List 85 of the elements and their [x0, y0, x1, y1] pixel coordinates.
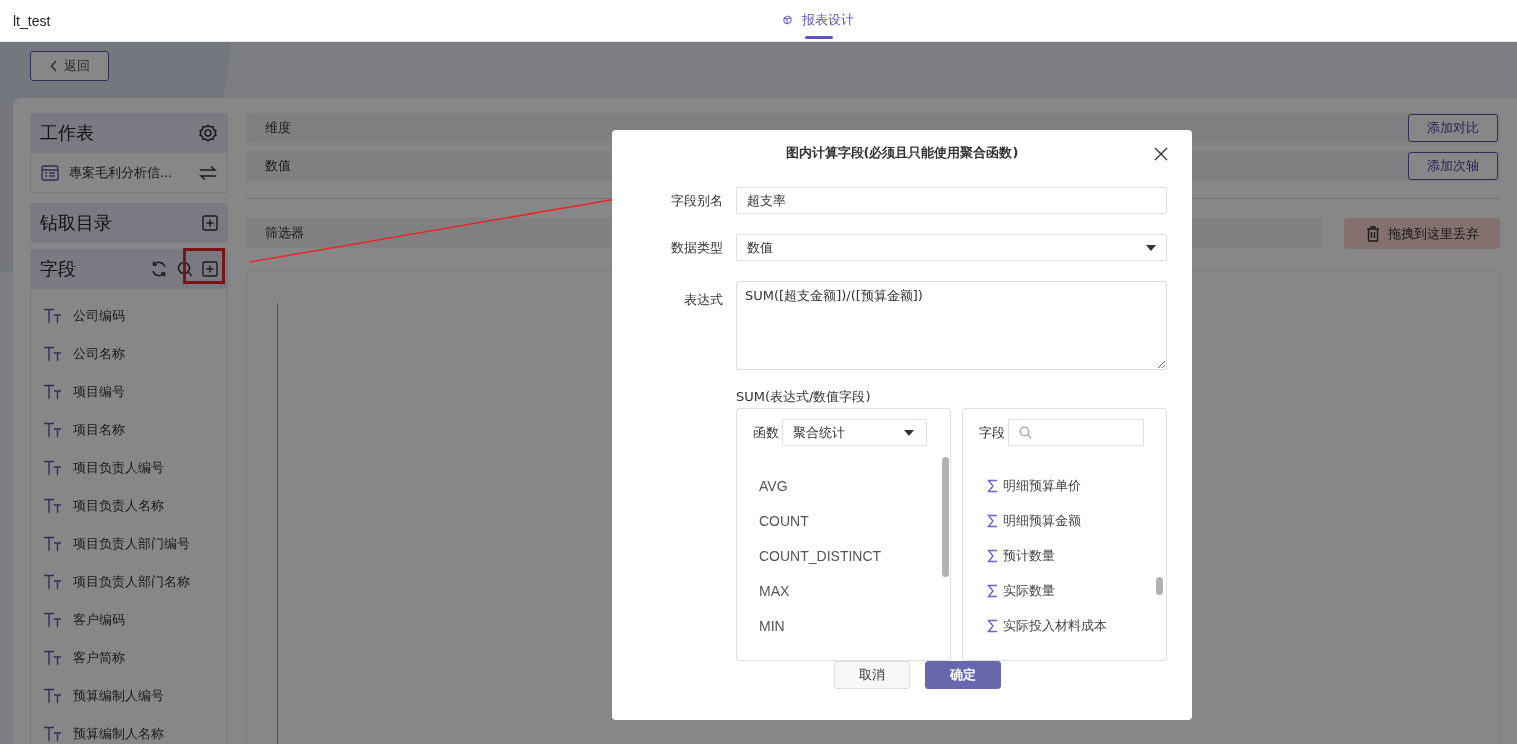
add-icon[interactable]: [202, 215, 218, 231]
trash-drop-zone[interactable]: 拖拽到这里丢弃: [1344, 218, 1500, 249]
type-dropdown[interactable]: 数值: [736, 234, 1167, 262]
search-icon: [1019, 426, 1032, 440]
function-item[interactable]: AVG: [759, 468, 788, 504]
add-button[interactable]: 添加对比: [1408, 114, 1498, 142]
tab[interactable]: 报表设计: [780, 0, 856, 42]
section-title: 字段: [40, 257, 76, 281]
field-item[interactable]: 实际投入材料成本: [1003, 616, 1107, 635]
highlight-box: [183, 248, 225, 284]
field-search[interactable]: [1008, 419, 1144, 447]
panel-label: 字段: [979, 423, 1005, 442]
field-item[interactable]: 项目负责人编号: [73, 459, 164, 477]
text-type-icon: [43, 574, 63, 590]
field-item[interactable]: 客户简称: [73, 649, 125, 667]
expression-field[interactable]: SUM([超支金额])/([预算金额]): [736, 281, 1167, 371]
field-item[interactable]: 公司编码: [73, 307, 125, 325]
sigma-icon: [987, 618, 998, 633]
scrollbar-thumb[interactable]: [942, 457, 949, 578]
field-item[interactable]: 预算编制人编号: [73, 687, 164, 705]
chevron-left-icon: [49, 60, 58, 72]
sigma-icon: [987, 513, 998, 528]
field-item[interactable]: 项目负责人部门编号: [73, 535, 190, 553]
settings-icon[interactable]: [198, 123, 218, 143]
dialog-button[interactable]: 确定: [924, 661, 1001, 690]
trash-label: 拖拽到这里丢弃: [1387, 224, 1479, 243]
sigma-icon: [987, 478, 998, 493]
section-title: 工作表: [40, 121, 94, 145]
text-type-icon: [43, 498, 63, 514]
text-type-icon: [43, 688, 63, 704]
function-item[interactable]: MIN: [759, 608, 785, 644]
form-label: 数据类型: [670, 238, 723, 257]
field-item[interactable]: 项目负责人名称: [73, 497, 164, 515]
text-type-icon: [43, 536, 63, 552]
dialog-button[interactable]: 取消: [833, 661, 910, 690]
function-item[interactable]: COUNT: [759, 503, 809, 539]
field-item[interactable]: 项目名称: [73, 421, 125, 439]
category-dropdown[interactable]: 聚合统计: [782, 419, 927, 447]
add-button[interactable]: 添加次轴: [1408, 152, 1498, 180]
function-item[interactable]: COUNT_DISTINCT: [759, 538, 882, 574]
filter-label: 筛选器: [265, 224, 304, 242]
text-type-icon: [43, 650, 63, 666]
add-icon[interactable]: [202, 261, 218, 277]
function-item[interactable]: MAX: [759, 573, 790, 609]
close-icon[interactable]: [1154, 147, 1168, 161]
field-item[interactable]: 公司名称: [73, 345, 125, 363]
field-item[interactable]: 明细预算单价: [1003, 476, 1081, 495]
panel-label: 函数: [753, 423, 779, 442]
form-label: 字段别名: [670, 191, 723, 210]
trash-icon: [1365, 225, 1380, 242]
app-name: lt_test: [13, 12, 51, 29]
form-label: 表达式: [683, 291, 723, 310]
text-type-icon: [43, 346, 63, 362]
shelf-label: 维度: [265, 119, 291, 137]
text-type-icon: [43, 460, 63, 476]
cube-icon: [782, 14, 792, 25]
field-item[interactable]: 明细预算金额: [1003, 511, 1081, 530]
section-title: 钻取目录: [40, 211, 112, 235]
caret-icon: [1146, 244, 1156, 251]
hint-text: SUM(表达式/数值字段): [736, 388, 872, 407]
scrollbar-thumb[interactable]: [1156, 577, 1163, 596]
dialog-title: 图内计算字段(必须且只能使用聚合函数): [785, 143, 1019, 162]
sigma-icon: [987, 548, 998, 563]
field-item[interactable]: 预计数量: [1003, 546, 1055, 565]
text-type-icon: [43, 308, 63, 324]
search-icon[interactable]: [177, 261, 193, 277]
text-type-icon: [43, 726, 63, 742]
worksheet-name: 專案毛利分析信...: [69, 163, 174, 182]
field-item[interactable]: 预算编制人名称: [73, 725, 164, 743]
shelf-label: 数值: [265, 157, 291, 175]
text-type-icon: [43, 612, 63, 628]
back-button[interactable]: 返回: [30, 51, 109, 81]
worksheet-item[interactable]: 專案毛利分析信...: [30, 153, 228, 193]
caret-icon: [904, 429, 914, 436]
table-icon: [41, 164, 59, 181]
field-item[interactable]: 客户编码: [73, 611, 125, 629]
alias-field[interactable]: 超支率: [736, 187, 1167, 215]
sigma-icon: [987, 583, 998, 598]
field-item[interactable]: 项目负责人部门名称: [73, 573, 190, 591]
field-item[interactable]: 项目编号: [73, 383, 125, 401]
field-item[interactable]: 实际数量: [1003, 581, 1055, 600]
text-type-icon: [43, 384, 63, 400]
refresh-icon[interactable]: [150, 260, 168, 278]
swap-icon[interactable]: [199, 164, 217, 181]
text-type-icon: [43, 422, 63, 438]
